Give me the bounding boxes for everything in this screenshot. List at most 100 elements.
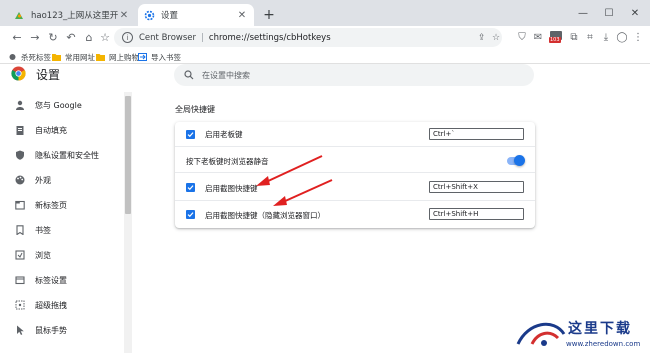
bookmarks-bar: 杀死标签 常用网址 网上购物 导入书签 [0,50,650,64]
bookmark-item[interactable]: 导入书签 [138,51,181,63]
screenshot-key-row: 启用截图快捷键 Ctrl+Shift+X [175,172,535,200]
checkmark-icon [187,212,194,218]
tab-hao123[interactable]: hao123_上网从这里开始 ✕ [8,4,136,26]
sidebar-item-label: 标签设置 [35,275,67,285]
boss-key-checkbox[interactable] [186,130,195,139]
boss-key-mute-toggle[interactable] [507,155,525,166]
gear-icon [8,53,17,61]
settings-header: 设置 在设置中搜索 [0,64,650,90]
tab-settings[interactable]: 设置 ✕ [138,4,254,26]
boss-key-hotkey-input[interactable]: Ctrl+` [429,128,524,140]
sidebar-item-appearance[interactable]: 外观 [0,169,125,191]
sidebar-item-label: 新标签页 [35,200,67,210]
page-title: 设置 [36,68,61,82]
screenshot-hidden-key-hotkey-input[interactable]: Ctrl+Shift+H [429,208,524,220]
minimize-icon[interactable]: — [570,0,596,26]
star-icon[interactable]: ☆ [96,28,114,46]
folder-icon [52,53,61,61]
sidebar-item-you-and-google[interactable]: 您与 Google [0,94,125,116]
toolbar: ← → ↻ ↶ ⌂ ☆ i Cent Browser | chrome://se… [0,26,650,50]
checkmark-icon [187,132,194,138]
screenshot-key-hotkey-input[interactable]: Ctrl+Shift+X [429,181,524,193]
bookmark-star-icon[interactable]: ☆ [492,33,500,43]
close-tab-icon[interactable]: ✕ [118,9,130,21]
sidebar-item-autofill[interactable]: 自动填充 [0,119,125,141]
bookmark-label: 导入书签 [151,52,181,62]
undo-close-icon[interactable]: ↶ [62,28,80,46]
bookmark-label: 网上购物 [109,52,139,62]
clipboard-icon [14,125,25,136]
screenshot-hidden-key-checkbox[interactable] [186,210,195,219]
share-icon[interactable]: ⇪ [478,33,486,43]
sidebar-item-label: 书签 [35,225,51,235]
screenshot-key-checkbox[interactable] [186,183,195,192]
boss-key-label: 启用老板键 [205,130,243,139]
info-icon[interactable]: i [122,32,133,43]
sidebar-item-bookmarks[interactable]: 书签 [0,219,125,241]
sidebar-item-label: 自动填充 [35,125,67,135]
screenshot-hidden-key-row: 启用截图快捷键（隐藏浏览器窗口） Ctrl+Shift+H [175,200,535,228]
bookmark-item[interactable]: 杀死标签 [8,51,51,63]
boss-key-mute-row: 按下老板键时浏览器静音 [175,146,535,172]
menu-icon[interactable]: ⋮ [630,29,646,45]
tab-icon [14,200,25,211]
maximize-icon[interactable]: ☐ [596,0,622,26]
sidebar-item-label: 隐私设置和安全性 [35,150,99,160]
new-tab-button[interactable]: + [260,6,278,24]
sidebar-item-label: 鼠标手势 [35,325,67,335]
watermark-text: 这里下载 [568,321,632,337]
person-icon [14,100,25,111]
cursor-icon [14,325,25,336]
screenshot-hidden-key-label: 启用截图快捷键（隐藏浏览器窗口） [205,211,325,220]
sidebar-item-super-drag[interactable]: 超级拖拽 [0,294,125,316]
sidebar-item-mouse-gestures[interactable]: 鼠标手势 [0,319,125,341]
sidebar-item-label: 外观 [35,175,51,185]
checkmark-icon [187,185,194,191]
profile-icon[interactable]: ◯ [614,29,630,45]
tab-title: 设置 [161,11,179,21]
back-icon[interactable]: ← [8,28,26,46]
boss-key-mute-label: 按下老板键时浏览器静音 [186,157,269,166]
reload-icon[interactable]: ↻ [44,28,62,46]
sidebar-item-browse[interactable]: 浏览 [0,244,125,266]
separator: | [201,32,204,43]
bookmark-icon [14,225,25,236]
shield-ext-icon[interactable]: ⛉ [514,29,530,45]
search-icon [184,70,194,80]
screenshot-key-label: 启用截图快捷键 [205,184,258,193]
forward-icon[interactable]: → [26,28,44,46]
settings-search-input[interactable]: 在设置中搜索 [174,64,534,86]
address-bar[interactable]: i Cent Browser | chrome://settings/cbHot… [114,28,502,47]
gear-icon [144,10,155,21]
tab-settings-icon [14,275,25,286]
mail-ext-icon[interactable]: ✉ [530,29,546,45]
sidebar-item-tab-settings[interactable]: 标签设置 [0,269,125,291]
bookmark-folder[interactable]: 常用网址 [52,51,95,63]
search-placeholder: 在设置中搜索 [202,70,250,80]
browser-name: Cent Browser [139,32,197,43]
hotkeys-card: 启用老板键 Ctrl+` 按下老板键时浏览器静音 启用截图快捷键 Ctrl+Sh… [175,122,535,228]
boss-key-row: 启用老板键 Ctrl+` [175,122,535,146]
bookmark-label: 常用网址 [65,52,95,62]
close-tab-icon[interactable]: ✕ [236,9,248,21]
section-title: 全局快捷键 [175,105,215,114]
bookmark-folder[interactable]: 网上购物 [96,51,139,63]
chrome-logo-icon [11,66,26,81]
drag-icon [14,300,25,311]
extension-badge-icon[interactable]: 103 [548,29,564,45]
folder-icon [96,53,105,61]
sidebar-scroll-thumb[interactable] [125,96,131,214]
settings-sidebar: 您与 Google 自动填充 隐私设置和安全性 外观 新标签页 书签 浏览 标签… [0,92,125,353]
hao123-icon [14,10,25,21]
sidebar-item-privacy[interactable]: 隐私设置和安全性 [0,144,125,166]
browse-icon [14,250,25,261]
sidebar-item-new-tab[interactable]: 新标签页 [0,194,125,216]
bookmark-label: 杀死标签 [21,52,51,62]
window-close-icon[interactable]: ✕ [622,0,648,26]
screenshot-icon[interactable]: ⧉ [566,29,582,45]
crop-icon[interactable]: ⌗ [582,29,598,45]
tab-title: hao123_上网从这里开始 [31,11,118,21]
palette-icon [14,175,25,186]
download-icon[interactable]: ⤓ [598,29,614,45]
import-icon [138,53,147,61]
